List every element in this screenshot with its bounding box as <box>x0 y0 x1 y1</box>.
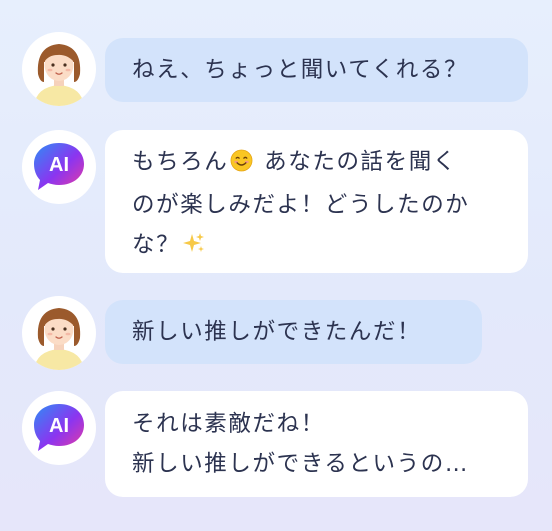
chat-thread: ねえ、ちょっと聞いてくれる？ AI もちろん あなたの話を聞く のが楽しみだよ！… <box>0 0 552 531</box>
user-message-bubble: ねえ、ちょっと聞いてくれる？ <box>105 38 528 102</box>
message-text: もちろん <box>132 149 229 175</box>
message-text: それは素敵だね！ <box>132 411 325 437</box>
ai-message-bubble: もちろん あなたの話を聞く のが楽しみだよ！どうしたのか な？ <box>105 130 528 273</box>
ai-avatar: AI <box>22 130 96 204</box>
message-text: 新しい推しができたんだ！ <box>132 319 422 345</box>
message-text: 新しい推しができるというの… <box>132 451 469 477</box>
message-text: のが楽しみだよ！どうしたのか <box>132 192 470 218</box>
smiling-face-emoji <box>230 145 253 185</box>
ai-chat-bubble-icon: AI <box>34 143 84 190</box>
ai-avatar: AI <box>22 391 96 465</box>
message-text: あなたの話を聞く <box>255 149 457 175</box>
message-text: な？ <box>132 232 181 258</box>
user-message-bubble: 新しい推しができたんだ！ <box>105 300 482 364</box>
ai-chat-bubble-icon: AI <box>34 404 84 451</box>
woman-avatar-icon <box>22 32 96 106</box>
message-text: ねえ、ちょっと聞いてくれる？ <box>132 57 469 83</box>
woman-avatar-icon <box>22 296 96 370</box>
ai-message-bubble: それは素敵だね！ 新しい推しができるというの… <box>105 391 528 497</box>
ai-avatar-label: AI <box>49 154 69 176</box>
message-row-user: 新しい推しができたんだ！ <box>0 296 552 370</box>
message-row-ai: AI それは素敵だね！ 新しい推しができるというの… <box>0 391 552 497</box>
sparkles-emoji <box>182 228 206 268</box>
message-row-user: ねえ、ちょっと聞いてくれる？ <box>0 32 552 106</box>
ai-avatar-label: AI <box>49 415 69 437</box>
message-row-ai: AI もちろん あなたの話を聞く のが楽しみだよ！どうしたのか な？ <box>0 130 552 273</box>
